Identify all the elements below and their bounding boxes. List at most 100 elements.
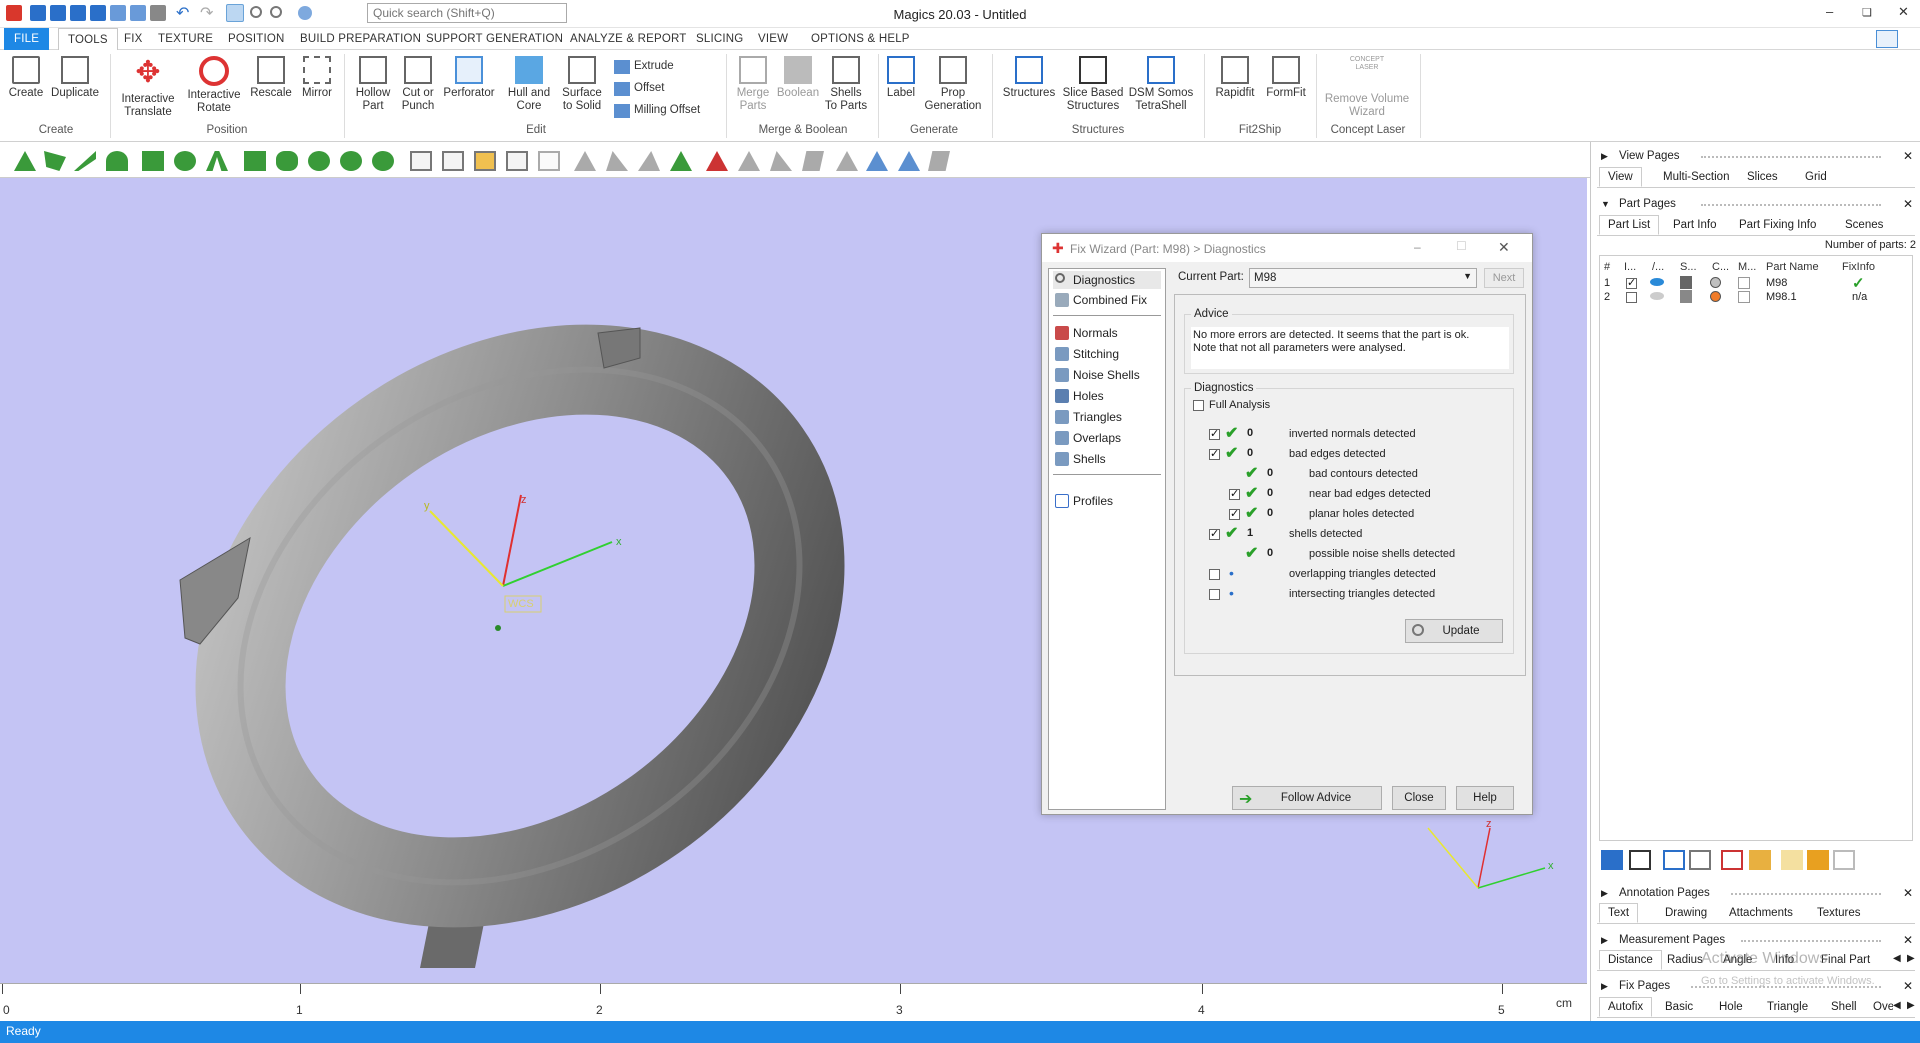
part-visible-checkbox[interactable] [1626,292,1637,303]
part-name[interactable]: M98.1 [1766,291,1797,303]
remove-volume-wizard-button[interactable]: CONCEPT LASER Remove Volume Wizard [1322,50,1412,119]
merge-parts-button[interactable]: Merge Parts [732,50,774,113]
eye-icon[interactable] [1650,278,1664,286]
col-header[interactable]: /... [1652,261,1664,273]
milling-offset-button[interactable]: Milling Offset [612,104,700,118]
hollow-part-button[interactable]: Hollow Part [350,50,396,113]
nav-profiles[interactable]: Profiles [1053,492,1161,510]
mark-shell-icon[interactable] [670,151,692,171]
select-lasso-icon[interactable] [276,151,298,171]
row-checkbox[interactable] [1229,507,1240,520]
shells-to-parts-button[interactable]: Shells To Parts [822,50,870,113]
remove-part-icon[interactable] [1721,850,1743,870]
tab-distance[interactable]: Distance [1599,950,1662,970]
rescale-button[interactable]: Rescale [248,50,294,100]
duplicate-button[interactable]: Duplicate [48,50,102,100]
eye-icon[interactable] [1650,292,1664,300]
shrink-marking-icon[interactable] [802,151,824,171]
col-header[interactable]: S... [1680,261,1697,273]
tab-text[interactable]: Text [1599,903,1639,923]
tab-part-fixing-info[interactable]: Part Fixing Info [1739,219,1816,231]
scroll-left-icon[interactable]: ◀ [1893,1000,1901,1011]
interactive-rotate-button[interactable]: Interactive Rotate [182,50,246,115]
update-button[interactable]: Update [1405,619,1503,643]
part-tag-icon[interactable] [1807,850,1829,870]
tab-hole[interactable]: Hole [1719,1001,1743,1013]
formfit-button[interactable]: FormFit [1262,50,1310,100]
tab-part-info[interactable]: Part Info [1673,219,1716,231]
follow-advice-button[interactable]: ➔ Follow Advice [1232,786,1382,810]
full-analysis-checkbox[interactable] [1193,400,1204,411]
prop-generation-button[interactable]: Prop Generation [922,50,984,113]
tab-scenes[interactable]: Scenes [1845,219,1883,231]
part-pages-header[interactable]: ▼ Part Pages ✕ [1591,196,1920,214]
add-part-icon[interactable] [1601,850,1623,870]
select-plane-icon[interactable] [44,151,66,171]
part-hide-icon[interactable] [1833,850,1855,870]
menu-slicing[interactable]: SLICING [696,33,743,45]
view-iso-icon[interactable] [538,151,560,171]
select-ring-icon[interactable] [340,151,362,171]
extrude-button[interactable]: Extrude [612,60,674,74]
row-checkbox[interactable] [1209,447,1220,460]
cut-or-punch-button[interactable]: Cut or Punch [396,50,440,113]
tab-triangle[interactable]: Triangle [1767,1001,1808,1013]
col-header[interactable]: # [1604,261,1610,273]
close-icon[interactable]: ✕ [1903,979,1913,993]
surface-to-solid-button[interactable]: Surface to Solid [558,50,606,113]
mark-contour-icon[interactable] [836,151,858,171]
tab-view[interactable]: View [1599,167,1642,187]
current-part-select[interactable]: M98 ▼ [1249,268,1477,288]
scroll-left-icon[interactable]: ◀ [1893,953,1901,964]
nav-overlaps[interactable]: Overlaps [1053,429,1161,447]
close-icon[interactable]: ✕ [1903,886,1913,900]
col-header[interactable]: I... [1624,261,1636,273]
row-checkbox[interactable] [1229,487,1240,500]
close-icon[interactable]: ✕ [1903,149,1913,163]
select-curve-icon[interactable] [206,151,228,171]
tab-multi-section[interactable]: Multi-Section [1663,171,1729,183]
menu-build-preparation[interactable]: BUILD PREPARATION [300,33,421,45]
select-shell-icon[interactable] [106,151,128,171]
layout-icon[interactable] [1876,30,1898,48]
color-dot-icon[interactable] [1710,291,1721,302]
tab-grid[interactable]: Grid [1805,171,1827,183]
menu-texture[interactable]: TEXTURE [158,33,213,45]
scroll-right-icon[interactable]: ▶ [1907,1000,1915,1011]
invert-marking-icon[interactable] [738,151,760,171]
rapidfit-button[interactable]: Rapidfit [1210,50,1260,100]
next-button[interactable]: Next [1484,268,1524,288]
tab-radius[interactable]: Radius [1667,954,1703,966]
row-checkbox[interactable] [1209,427,1220,440]
view-top-icon[interactable] [474,151,496,171]
close-button[interactable]: Close [1392,786,1446,810]
nav-normals[interactable]: Normals [1053,324,1161,342]
close-window-button[interactable]: ✕ [1898,4,1909,20]
dialog-maximize-button[interactable]: ☐ [1456,239,1467,253]
menu-file[interactable]: FILE [4,28,50,50]
menu-position[interactable]: POSITION [228,33,285,45]
nav-noise-shells[interactable]: Noise Shells [1053,366,1161,384]
part-visible-checkbox[interactable] [1626,276,1637,289]
tab-final-part[interactable]: Final Part [1821,954,1870,966]
shading-icon[interactable] [1680,276,1692,289]
color-dot-icon[interactable] [1710,277,1721,288]
tab-part-list[interactable]: Part List [1599,215,1660,235]
menu-tools[interactable]: TOOLS [58,28,118,50]
expand-marking-icon[interactable] [770,151,792,171]
menu-options-help[interactable]: OPTIONS & HELP [811,33,910,45]
mark-plane-icon[interactable] [606,151,628,171]
col-header-part-name[interactable]: Part Name [1766,261,1819,273]
select-shell-expand-icon[interactable] [372,151,394,171]
minimize-button[interactable]: – [1826,4,1833,19]
tab-basic[interactable]: Basic [1665,1001,1693,1013]
select-surface-icon[interactable] [74,151,96,171]
slice-based-structures-button[interactable]: Slice Based Structures [1062,50,1124,113]
row-checkbox[interactable] [1209,589,1220,600]
mark-wall-icon[interactable] [866,151,888,171]
col-header[interactable]: M... [1738,261,1756,273]
structures-button[interactable]: Structures [998,50,1060,100]
view-back-icon[interactable] [442,151,464,171]
restore-button[interactable]: ❏ [1862,6,1872,19]
mark-plane-region-icon[interactable] [928,151,950,171]
